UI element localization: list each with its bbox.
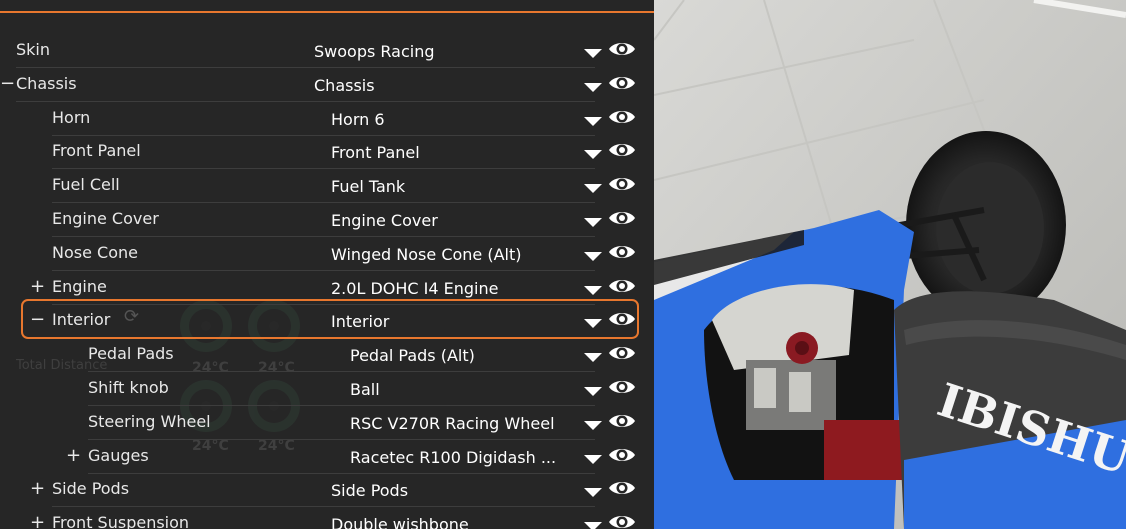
part-row: Steering Wheel RSC V270R Racing Wheel	[0, 406, 654, 440]
part-select-value[interactable]: Front Panel	[331, 143, 420, 162]
expand-toggle[interactable]: +	[66, 445, 81, 466]
chevron-down-icon[interactable]	[584, 251, 602, 261]
chevron-down-icon[interactable]	[584, 116, 602, 126]
expand-toggle[interactable]: −	[0, 73, 15, 94]
part-slot-label: Shift knob	[88, 378, 169, 397]
eye-icon[interactable]	[608, 174, 636, 194]
refresh-icon: ⟳	[124, 306, 140, 327]
eye-icon[interactable]	[608, 140, 636, 160]
car-render: IBISHU	[654, 0, 1126, 529]
part-select-value[interactable]: RSC V270R Racing Wheel	[350, 414, 555, 433]
part-row: − Chassis Chassis	[0, 68, 654, 102]
eye-icon[interactable]	[608, 242, 636, 262]
part-slot-label: Chassis	[16, 73, 77, 93]
part-select-value[interactable]: Swoops Racing	[314, 42, 435, 61]
chevron-down-icon[interactable]	[584, 82, 602, 92]
part-select-value[interactable]: Horn 6	[331, 110, 385, 129]
expand-toggle[interactable]: +	[30, 478, 45, 499]
part-select-value[interactable]: Engine Cover	[331, 211, 438, 230]
eye-icon[interactable]	[608, 208, 636, 228]
chevron-down-icon[interactable]	[584, 49, 602, 58]
part-row: + Front Suspension Double wishbone	[0, 507, 654, 529]
part-slot-label: Horn	[52, 107, 91, 127]
part-row: Shift knob Ball	[0, 372, 654, 406]
part-row: + Side Pods Side Pods	[0, 473, 654, 508]
eye-icon[interactable]	[608, 411, 636, 431]
part-select-value[interactable]: Side Pods	[331, 481, 408, 500]
chevron-down-icon[interactable]	[584, 150, 602, 160]
part-slot-label: Side Pods	[52, 479, 130, 499]
part-row: Pedal Pads Pedal Pads (Alt)	[0, 338, 654, 373]
part-row: Front Panel Front Panel	[0, 135, 654, 170]
part-select-value[interactable]: Winged Nose Cone (Alt)	[331, 245, 522, 264]
expand-toggle[interactable]: +	[30, 512, 45, 529]
eye-icon[interactable]	[608, 343, 636, 363]
chevron-down-icon[interactable]	[584, 454, 602, 464]
eye-icon[interactable]	[608, 512, 636, 529]
panel-top-border	[0, 11, 654, 13]
chevron-down-icon[interactable]	[584, 218, 602, 227]
part-row: Nose Cone Winged Nose Cone (Alt)	[0, 237, 654, 271]
chevron-down-icon[interactable]	[584, 353, 602, 363]
part-slot-label: Front Panel	[52, 141, 141, 161]
part-select-value[interactable]: Ball	[350, 380, 380, 399]
eye-icon[interactable]	[608, 377, 636, 397]
part-slot-label: Nose Cone	[52, 242, 138, 262]
eye-icon[interactable]	[608, 73, 636, 93]
part-select-value[interactable]: Chassis	[314, 76, 375, 95]
part-slot-label: Fuel Cell	[52, 175, 120, 195]
eye-icon[interactable]	[608, 445, 636, 465]
part-select-value[interactable]: Pedal Pads (Alt)	[350, 346, 475, 365]
part-row: Engine Cover Engine Cover	[0, 203, 654, 237]
part-slot-label: Pedal Pads	[88, 344, 174, 364]
part-row: + Gauges Racetec R100 Digidash ...	[0, 440, 654, 474]
eye-icon[interactable]	[608, 478, 636, 498]
part-select-value[interactable]: Double wishbone	[331, 515, 469, 529]
vehicle-3d-viewport[interactable]: IBISHU	[654, 0, 1126, 529]
eye-icon[interactable]	[608, 39, 636, 59]
part-slot-label: Skin	[16, 40, 51, 59]
eye-icon[interactable]	[608, 276, 636, 296]
part-row: Skin Swoops Racing	[0, 34, 654, 68]
part-row: Fuel Cell Fuel Tank	[0, 169, 654, 204]
selected-row-highlight	[21, 299, 639, 339]
rear-tire-hub	[936, 162, 1044, 294]
expand-toggle[interactable]: +	[30, 276, 45, 297]
chevron-down-icon[interactable]	[584, 420, 602, 430]
part-select-value[interactable]: Fuel Tank	[331, 177, 405, 196]
part-select-value[interactable]: 2.0L DOHC I4 Engine	[331, 279, 498, 298]
seat-red	[824, 420, 904, 480]
part-slot-label: Steering Wheel	[88, 411, 211, 431]
eye-icon[interactable]	[608, 107, 636, 127]
chevron-down-icon[interactable]	[584, 522, 602, 529]
parts-config-panel: Total Distance 24°C 24°C 24°C 24°C Skin S…	[0, 0, 654, 529]
chevron-down-icon[interactable]	[584, 387, 602, 396]
part-slot-label: Gauges	[88, 445, 149, 465]
part-slot-label: Front Suspension	[52, 513, 190, 529]
part-select-value[interactable]: Racetec R100 Digidash ...	[350, 448, 556, 467]
part-slot-label: Engine	[52, 276, 107, 296]
chevron-down-icon[interactable]	[584, 488, 602, 498]
part-slot-label: Engine Cover	[52, 209, 159, 228]
chevron-down-icon[interactable]	[584, 285, 602, 295]
part-row: Horn Horn 6	[0, 102, 654, 136]
chevron-down-icon[interactable]	[584, 184, 602, 194]
